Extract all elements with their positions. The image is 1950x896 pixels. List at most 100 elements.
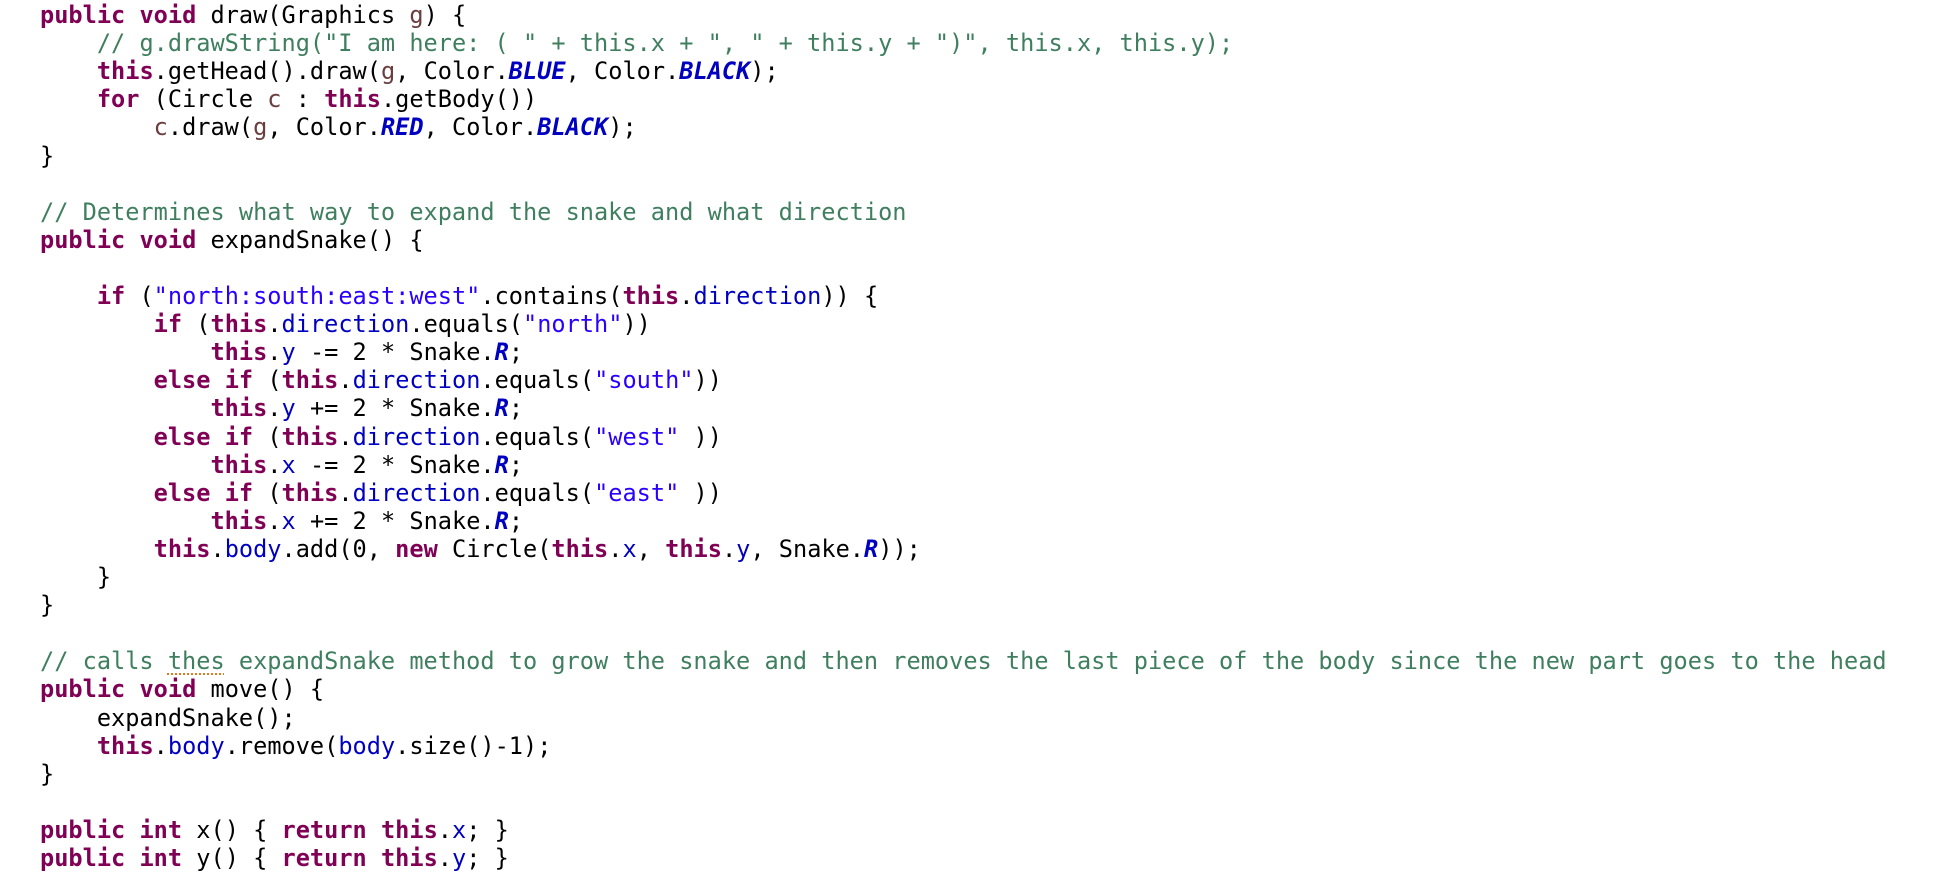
code-line[interactable]: } (40, 142, 54, 170)
keyword-token: this (96, 731, 154, 760)
code-token: ; } (466, 815, 509, 844)
field-token: direction (281, 310, 410, 339)
code-token: .equals( (409, 310, 524, 339)
code-token: } (40, 591, 55, 620)
code-line[interactable]: if ("north:south:east:west".contains(thi… (40, 282, 878, 310)
code-token: )) (679, 478, 722, 507)
keyword-token: if (224, 422, 254, 451)
code-token: )) (679, 422, 722, 451)
code-editor[interactable]: public void draw(Graphics g) { // g.draw… (0, 0, 1950, 896)
keyword-token: if (96, 282, 126, 310)
keyword-token: this (380, 815, 438, 844)
string-token: "east" (594, 478, 680, 507)
keyword-token: this (380, 844, 438, 872)
code-line[interactable]: this.y += 2 * Snake.R; (40, 394, 523, 422)
code-token: } (40, 759, 55, 788)
field-token: x (281, 450, 296, 479)
code-line[interactable]: if (this.direction.equals("north")) (40, 310, 651, 338)
code-token: . (210, 534, 225, 563)
code-token: x() { (182, 815, 282, 844)
code-line[interactable]: else if (this.direction.equals("east" )) (40, 479, 722, 507)
code-token: ) { (423, 1, 467, 29)
string-token: "north" (523, 310, 623, 339)
keyword-token: public (40, 675, 126, 704)
keyword-token: if (224, 478, 254, 507)
code-line[interactable]: for (Circle c : this.getBody()) (40, 85, 537, 113)
code-token: . (679, 282, 694, 310)
code-line[interactable]: this.y -= 2 * Snake.R; (40, 338, 523, 366)
code-token: ; (508, 506, 524, 535)
field-token: body (338, 731, 396, 760)
code-token: . (338, 366, 353, 395)
code-token: ); (608, 113, 637, 142)
code-line[interactable]: expandSnake(); (40, 704, 296, 732)
code-token: } (40, 141, 55, 170)
keyword-token: new (395, 534, 438, 563)
code-token: .contains( (480, 282, 623, 310)
code-line[interactable]: // Determines what way to expand the sna… (40, 198, 906, 226)
code-token: , Color. (395, 57, 509, 86)
code-token: .getBody()) (380, 85, 538, 114)
keyword-token: this (281, 366, 339, 395)
code-line[interactable]: // calls thes expandSnake method to grow… (40, 647, 1887, 675)
code-token: . (721, 534, 737, 563)
constant-token: BLUE (508, 57, 566, 86)
code-line[interactable]: c.draw(g, Color.RED, Color.BLACK); (40, 113, 637, 141)
code-token: . (267, 310, 282, 339)
field-token: y (452, 844, 467, 872)
code-line[interactable]: } (40, 563, 111, 591)
code-token: expandSnake() { (196, 225, 424, 254)
code-token: , Color. (565, 57, 680, 86)
code-token: . (338, 478, 353, 507)
constant-token: BLACK (679, 57, 751, 86)
code-line[interactable]: this.x += 2 * Snake.R; (40, 507, 523, 535)
code-line[interactable]: // g.drawString("I am here: ( " + this.x… (40, 29, 1233, 57)
code-line[interactable]: public void expandSnake() { (40, 226, 424, 254)
code-line[interactable]: public int x() { return this.x; } (40, 816, 509, 844)
code-line[interactable]: } (40, 760, 54, 788)
keyword-token: this (622, 282, 680, 310)
code-line[interactable]: } (40, 591, 54, 619)
code-token: ( (253, 366, 282, 395)
code-token: .draw( (167, 113, 254, 142)
code-line[interactable]: this.body.add(0, new Circle(this.x, this… (40, 535, 921, 563)
code-line[interactable]: this.x -= 2 * Snake.R; (40, 451, 523, 479)
keyword-token: if (153, 310, 183, 339)
field-token: direction (352, 422, 481, 451)
code-line[interactable]: else if (this.direction.equals("west" )) (40, 423, 722, 451)
keyword-token: this (665, 534, 722, 563)
code-line[interactable]: this.getHead().draw(g, Color.BLUE, Color… (40, 57, 779, 85)
code-token: . (608, 534, 623, 563)
keyword-token: if (224, 366, 254, 395)
code-line[interactable]: this.body.remove(body.size()-1); (40, 731, 552, 760)
comment-token: // g.drawString("I am here: ( " + this.x… (96, 29, 1234, 58)
code-token: . (267, 394, 282, 423)
code-token: += 2 * Snake. (295, 394, 495, 423)
keyword-token: this (281, 478, 339, 507)
code-line[interactable]: else if (this.direction.equals("south")) (40, 366, 722, 394)
code-token: ( (125, 282, 154, 310)
code-token: .add(0, (281, 534, 396, 563)
code-token: expandSnake(); (40, 703, 296, 732)
keyword-token: else (153, 478, 211, 507)
code-token: += 2 * Snake. (295, 506, 495, 535)
code-line[interactable]: public void move() { (40, 675, 324, 703)
code-line[interactable]: public int y() { return this.y; } (40, 844, 509, 872)
code-line[interactable]: public void draw(Graphics g) { (40, 1, 466, 29)
comment-token: // Determines what way to expand the sna… (40, 197, 907, 226)
code-token: .size()-1); (395, 731, 552, 760)
keyword-token: this (324, 85, 381, 114)
